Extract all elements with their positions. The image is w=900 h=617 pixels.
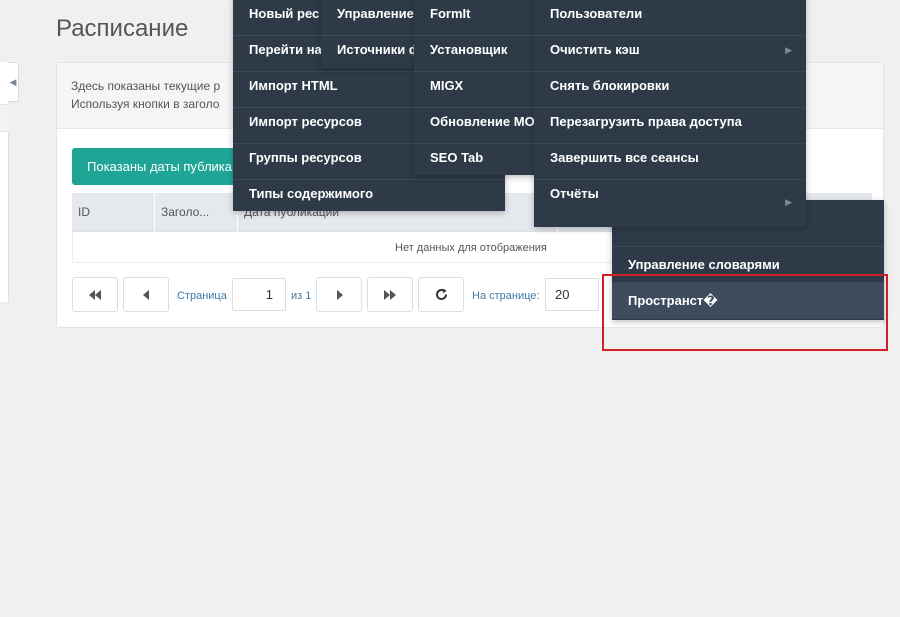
menu-item-content-types[interactable]: Типы содержимого [233, 180, 505, 216]
menu-item-reload-permissions[interactable]: Перезагрузить права доступа [534, 108, 806, 144]
menu-item-manage[interactable]: Управление [321, 0, 421, 36]
prev-page-button[interactable] [123, 277, 169, 312]
column-header-title[interactable]: Заголо... [155, 193, 238, 232]
triangle-right-icon: ▶ [785, 45, 792, 55]
menu-item-migx[interactable]: MIGX [414, 72, 538, 108]
menu-item-update-modx[interactable]: Обновление МО [414, 108, 538, 144]
refresh-button[interactable] [418, 277, 464, 312]
menu-item-users[interactable]: Пользователи [534, 0, 806, 36]
column-header-id[interactable]: ID [72, 193, 155, 232]
double-chevron-left-icon [89, 289, 101, 300]
page-title: Расписание [56, 15, 189, 42]
menu-item-reports[interactable]: Отчёты ▶ [534, 180, 806, 227]
sidebar-row [0, 104, 9, 132]
menu-item-installer[interactable]: Установщик [414, 36, 538, 72]
system-menu: Пользователи Очистить кэш ▶ Снять блокир… [534, 0, 806, 227]
page-number-input[interactable] [232, 278, 286, 311]
menu-item-formit[interactable]: FormIt [414, 0, 538, 36]
extras-menu: FormIt Установщик MIGX Обновление МО SEO… [414, 0, 538, 175]
double-chevron-right-icon [384, 289, 396, 300]
page-label: Страница [177, 290, 227, 302]
menu-item-clear-cache[interactable]: Очистить кэш ▶ [534, 36, 806, 72]
chevron-right-icon [336, 289, 343, 300]
menu-item-seo-tab[interactable]: SEO Tab [414, 144, 538, 180]
per-page-input[interactable] [545, 278, 599, 311]
sidebar-collapse-toggle[interactable]: ◀ [8, 62, 19, 102]
triangle-right-icon: ▶ [785, 197, 792, 207]
per-page-label: На странице: [472, 290, 540, 302]
first-page-button[interactable] [72, 277, 118, 312]
manage-menu: Управление Источники ф [321, 0, 421, 68]
clear-cache-label: Очистить кэш [550, 42, 640, 57]
menu-item-media-sources[interactable]: Источники ф [321, 36, 421, 72]
refresh-icon [435, 288, 447, 300]
chevron-left-icon [142, 289, 149, 300]
menu-item-remove-locks[interactable]: Снять блокировки [534, 72, 806, 108]
empty-message: Нет данных для отображения [395, 242, 547, 254]
menu-item-end-sessions[interactable]: Завершить все сеансы [534, 144, 806, 180]
next-page-button[interactable] [316, 277, 362, 312]
highlight-annotation [602, 274, 888, 351]
reports-label: Отчёты [550, 186, 599, 201]
last-page-button[interactable] [367, 277, 413, 312]
chevron-left-icon: ◀ [9, 76, 17, 87]
page-count-label: из 1 [291, 290, 312, 302]
